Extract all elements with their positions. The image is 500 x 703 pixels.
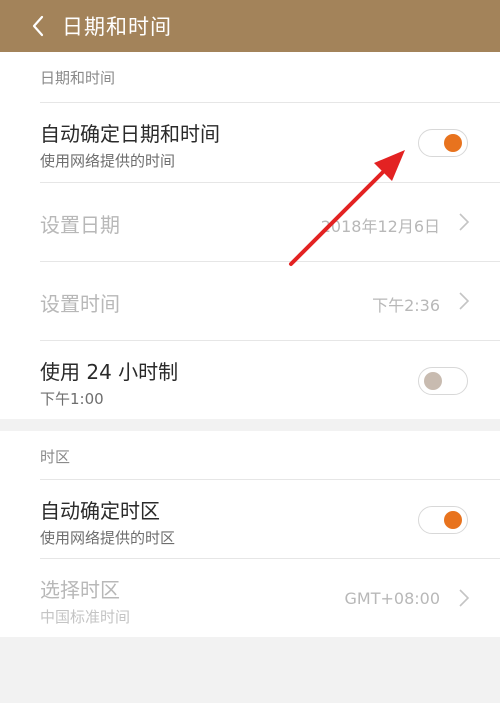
- use-24h-row[interactable]: 使用 24 小时制 下午1:00: [40, 340, 500, 419]
- auto-datetime-row[interactable]: 自动确定日期和时间 使用网络提供的时间: [40, 102, 500, 182]
- back-button[interactable]: [18, 0, 58, 52]
- auto-timezone-row[interactable]: 自动确定时区 使用网络提供的时区: [40, 479, 500, 558]
- auto-timezone-title: 自动确定时区: [40, 499, 160, 523]
- use-24h-subtitle: 下午1:00: [40, 390, 104, 408]
- auto-datetime-subtitle: 使用网络提供的时间: [40, 152, 176, 170]
- top-app-bar: 日期和时间: [0, 0, 500, 52]
- page-title: 日期和时间: [62, 15, 172, 39]
- set-date-title: 设置日期: [40, 213, 120, 237]
- auto-timezone-toggle[interactable]: [418, 506, 468, 534]
- chevron-right-icon: [459, 589, 470, 607]
- toggle-knob: [444, 134, 462, 152]
- set-time-row[interactable]: 设置时间 下午2:36: [40, 261, 500, 340]
- toggle-knob: [424, 372, 442, 390]
- section-label-datetime: 日期和时间: [40, 69, 116, 87]
- set-time-value: 下午2:36: [372, 296, 440, 315]
- section-label-timezone: 时区: [40, 448, 71, 466]
- set-date-value: 2018年12月6日: [320, 217, 440, 236]
- select-timezone-title: 选择时区: [40, 578, 120, 602]
- select-timezone-value: GMT+08:00: [344, 589, 441, 608]
- auto-timezone-subtitle: 使用网络提供的时区: [40, 529, 176, 547]
- set-date-row[interactable]: 设置日期 2018年12月6日: [40, 182, 500, 261]
- auto-datetime-toggle[interactable]: [418, 129, 468, 157]
- select-timezone-row[interactable]: 选择时区 中国标准时间 GMT+08:00: [40, 558, 500, 637]
- auto-datetime-title: 自动确定日期和时间: [40, 122, 220, 146]
- back-arrow-icon: [32, 15, 44, 37]
- chevron-right-icon: [459, 213, 470, 231]
- toggle-knob: [444, 511, 462, 529]
- use-24h-title: 使用 24 小时制: [40, 360, 179, 384]
- use-24h-toggle[interactable]: [418, 367, 468, 395]
- datetime-section: 日期和时间 自动确定日期和时间 使用网络提供的时间 设置日期 2018年12月6…: [0, 52, 500, 419]
- timezone-section: 时区 自动确定时区 使用网络提供的时区 选择时区 中国标准时间 GMT+08:0…: [0, 431, 500, 637]
- select-timezone-subtitle: 中国标准时间: [40, 608, 131, 626]
- chevron-right-icon: [459, 292, 470, 310]
- set-time-title: 设置时间: [40, 292, 120, 316]
